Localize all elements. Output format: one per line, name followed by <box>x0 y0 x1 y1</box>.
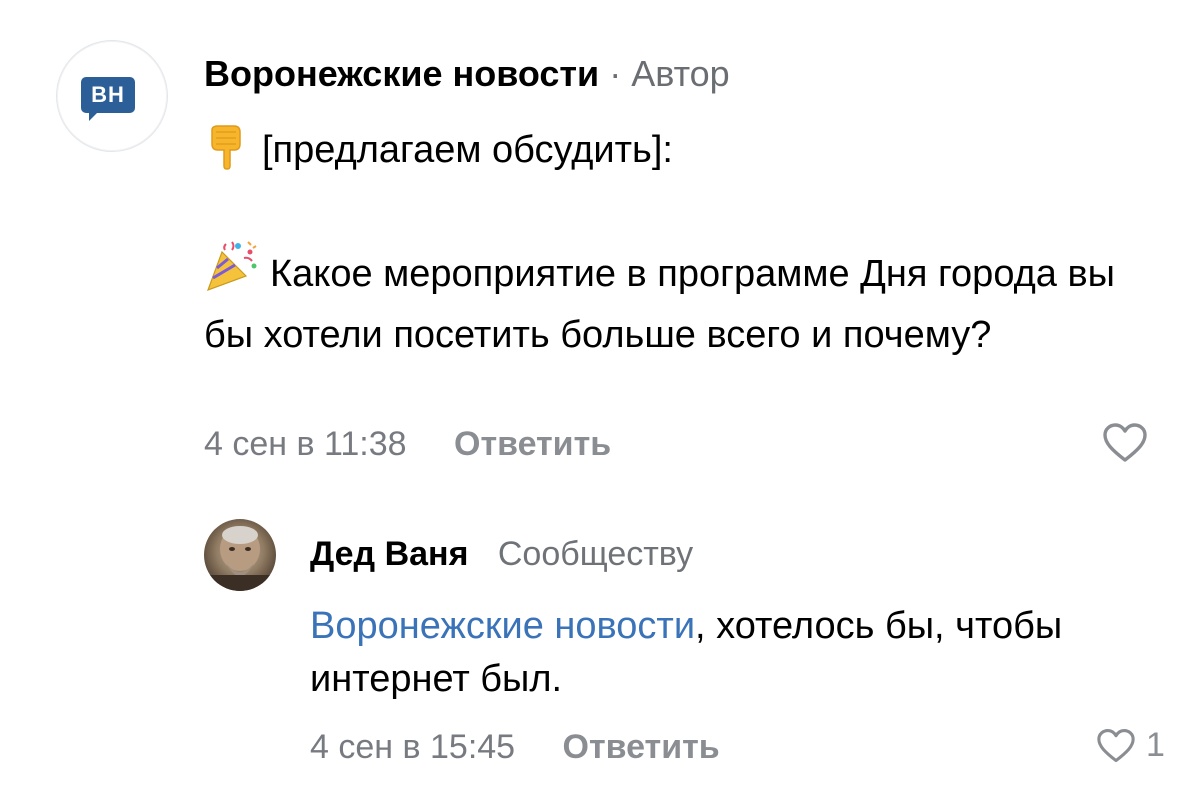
reply-reply-button[interactable]: Ответить <box>563 728 720 766</box>
mention-link[interactable]: Воронежские новости <box>310 605 695 647</box>
community-avatar-badge: ВН <box>81 77 135 121</box>
post-body-line2-text: Какое мероприятие в программе Дня города… <box>204 253 1115 356</box>
reply-author-name[interactable]: Дед Ваня <box>310 535 468 573</box>
reply-meta: 4 сен в 15:45 Ответить <box>310 728 720 767</box>
party-popper-icon <box>204 238 260 309</box>
post-author-name[interactable]: Воронежские новости <box>204 53 599 94</box>
reply-body: Воронежские новости, хотелось бы, чтобы … <box>310 600 1170 706</box>
post-timestamp: 4 сен в 11:38 <box>204 425 407 463</box>
user-avatar[interactable] <box>204 519 276 591</box>
post-like-button[interactable] <box>1102 422 1148 464</box>
reply-author-line: Дед Ваня Сообществу <box>310 533 693 575</box>
post-reply-button[interactable]: Ответить <box>454 425 611 463</box>
community-avatar[interactable]: ВН <box>56 40 168 152</box>
backhand-index-pointing-down-icon <box>204 122 252 185</box>
post-body-line2: Какое мероприятие в программе Дня города… <box>204 238 1154 362</box>
post-meta: 4 сен в 11:38 Ответить <box>204 425 611 464</box>
post-author-line: Воронежские новости · Автор <box>204 52 730 96</box>
heart-outline-icon <box>1096 728 1136 764</box>
author-role-label: Автор <box>631 53 730 94</box>
post-body-line1-text: [предлагаем обсудить]: <box>262 129 673 171</box>
reply-like-button[interactable]: 1 <box>1096 726 1165 765</box>
post-body: [предлагаем обсудить]: Какое мероприятие… <box>204 122 1154 362</box>
reply-timestamp: 4 сен в 15:45 <box>310 728 516 766</box>
reply-like-count: 1 <box>1146 726 1165 764</box>
author-separator: · <box>609 53 622 94</box>
heart-outline-icon <box>1102 422 1148 464</box>
post-body-line1: [предлагаем обсудить]: <box>204 122 1154 185</box>
reply-target-label: Сообществу <box>497 535 694 573</box>
